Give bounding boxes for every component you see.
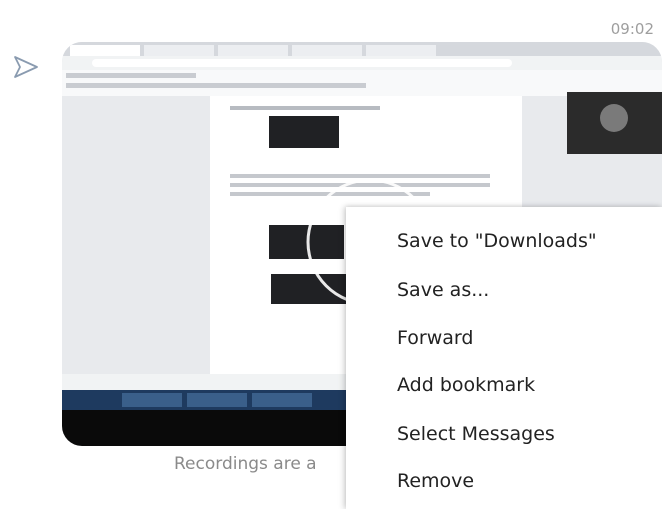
menu-item-save-to-downloads[interactable]: Save to "Downloads" — [397, 224, 597, 258]
message-timestamp: 09:02 — [610, 20, 654, 38]
menu-item-add-bookmark[interactable]: Add bookmark — [397, 368, 535, 402]
context-menu: Save to "Downloads" Save as... Forward A… — [346, 207, 662, 509]
menu-item-forward[interactable]: Forward — [397, 321, 473, 355]
menu-item-save-as[interactable]: Save as... — [397, 273, 489, 307]
menu-item-remove[interactable]: Remove — [397, 464, 474, 498]
menu-item-select-messages[interactable]: Select Messages — [397, 417, 555, 451]
message-caption: Recordings are a — [174, 454, 317, 474]
send-arrow-icon — [14, 56, 38, 78]
